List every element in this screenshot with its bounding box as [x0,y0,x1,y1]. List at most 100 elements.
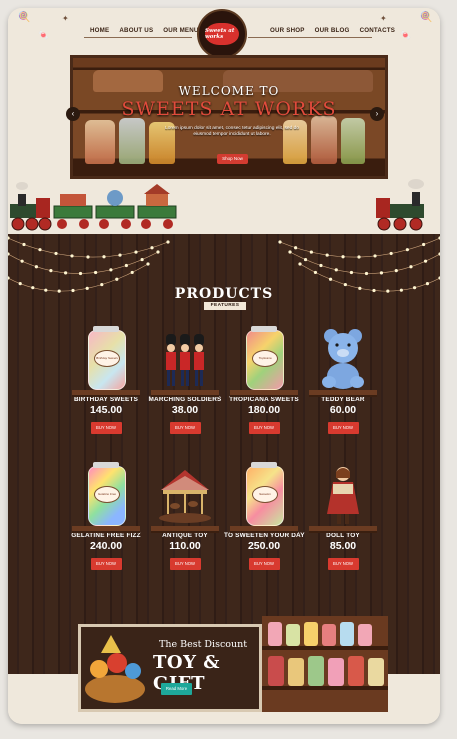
product-shelf [151,390,219,397]
light-bulb-icon [34,265,38,269]
light-bulb-icon [8,276,10,280]
buy-now-button[interactable]: BUY NOW [327,422,359,434]
nav-left: HOME ABOUT US OUR MENU [90,27,199,34]
product-card: ANTIQUE TOY 110.00 BUY NOW [145,462,225,570]
read-more-button[interactable]: Read More [161,683,192,695]
light-bulb-icon [118,253,122,257]
light-bulb-icon [109,268,113,272]
light-bulb-icon [319,263,323,268]
light-bulb-icon [358,286,362,290]
carousel-icon [159,470,211,523]
gift-basket-icon [85,635,145,703]
buy-now-button[interactable]: BUY NOW [327,558,359,570]
product-price: 60.00 [329,404,357,416]
lollipop-icon: 🍭 [18,12,31,23]
product-name[interactable]: ANTIQUE TOY [145,532,225,539]
doll-icon [327,467,359,524]
slider-prev-icon[interactable]: ‹ [66,107,80,121]
light-bulb-icon [399,288,403,292]
product-card: Tropicana TROPICANA SWEETS 180.00 BUY NO… [224,326,304,434]
hero-jar [119,118,145,164]
cane-icon: ✦ [380,14,387,23]
nav-divider [84,37,192,38]
jar-label: Tropicana [252,350,278,367]
product-price: 145.00 [89,404,123,416]
product-shelf [309,526,377,533]
light-bulb-icon [115,277,119,281]
string-lights [8,236,440,293]
buy-now-button[interactable]: BUY NOW [169,558,201,570]
buy-now-button[interactable]: BUY NOW [248,558,280,570]
light-bulb-icon [146,262,150,266]
light-bulb-icon [278,240,282,244]
jar-label: Sweeten [252,486,278,503]
locomotive-icon [10,182,52,231]
product-shelf [151,526,219,533]
product-name[interactable]: TO SWEETEN YOUR DAY [224,532,305,539]
light-bulb-icon [156,250,160,254]
product-name[interactable]: MARCHING SOLDIERS [145,396,225,403]
candy-icon: 🍬 [400,30,412,40]
light-bulb-icon [341,255,345,259]
nav-home[interactable]: HOME [90,27,109,34]
light-bulb-icon [102,255,106,259]
product-name[interactable]: GELATINE FREE FIZZ [66,532,146,539]
logo-badge: Sweets at works [205,23,239,45]
promo-image [262,616,388,712]
nav-right: OUR SHOP OUR BLOG CONTACTS [270,27,395,34]
hero-jar [85,120,115,164]
light-bulb-icon [44,288,48,292]
promo-subtitle: The Best Discount [159,639,248,650]
nav-our-shop[interactable]: OUR SHOP [270,27,305,34]
buy-now-button[interactable]: BUY NOW [248,422,280,434]
header: 🍭 🍬 ✦ ✦ 🍬 🍭 HOME ABOUT US OUR MENU Sweet… [8,8,440,60]
train-car-icon [137,184,177,229]
nav-about-us[interactable]: ABOUT US [119,27,153,34]
light-bulb-icon [412,286,417,290]
light-bulb-icon [298,262,302,266]
product-name[interactable]: DOLL TOY [303,532,383,539]
train-car-icon [95,190,135,229]
buy-now-button[interactable]: BUY NOW [90,558,122,570]
cane-icon: ✦ [62,14,69,23]
light-bulb-icon [409,265,413,269]
candy-icon: 🍬 [38,30,50,40]
light-bulb-icon [349,270,354,275]
logo[interactable]: Sweets at works [197,9,247,59]
slider-description: Lorem ipsum dolor sit amet, consec tetur… [165,126,299,137]
product-card: Birthday Sweets BIRTHDAY SWEETS 145.00 B… [66,326,146,434]
slider-next-icon[interactable]: › [370,107,384,121]
light-bulb-icon [85,286,89,290]
shop-now-button[interactable]: Shop Now [217,154,248,164]
light-bulb-icon [49,269,53,273]
light-bulb-icon [425,282,430,286]
buy-now-button[interactable]: BUY NOW [90,422,122,434]
product-name[interactable]: TEDDY BEAR [303,396,383,403]
light-bulb-icon [140,257,144,262]
nav-our-menu[interactable]: OUR MENU [163,27,198,34]
light-bulb-icon [313,270,318,275]
product-name[interactable]: BIRTHDAY SWEETS [66,396,146,403]
product-shelf [230,526,298,533]
products-title: PRODUCTS [174,286,274,302]
light-bulb-icon [405,248,409,252]
light-bulb-icon [64,271,68,275]
light-bulb-icon [130,270,134,275]
product-name[interactable]: TROPICANA SWEETS [224,396,304,403]
light-bulb-icon [386,289,390,293]
features-tag: FEATURES [204,302,246,310]
light-bulb-icon [423,259,428,263]
light-bulb-icon [78,271,83,276]
product-image [145,462,225,533]
product-price: 240.00 [89,540,123,552]
product-image [303,326,383,397]
slider-title: WELCOME TO [178,84,280,98]
product-image: Sweeten [224,462,304,533]
hero-slider: WELCOME TO SWEETS AT WORKS Lorem ipsum d… [70,55,388,179]
product-card: Sweeten TO SWEETEN YOUR DAY 250.00 BUY N… [224,462,305,570]
product-image: Birthday Sweets [66,326,146,397]
nav-our-blog[interactable]: OUR BLOG [315,27,350,34]
product-shelf [230,390,298,397]
nav-contacts[interactable]: CONTACTS [360,27,396,34]
buy-now-button[interactable]: BUY NOW [169,422,201,434]
